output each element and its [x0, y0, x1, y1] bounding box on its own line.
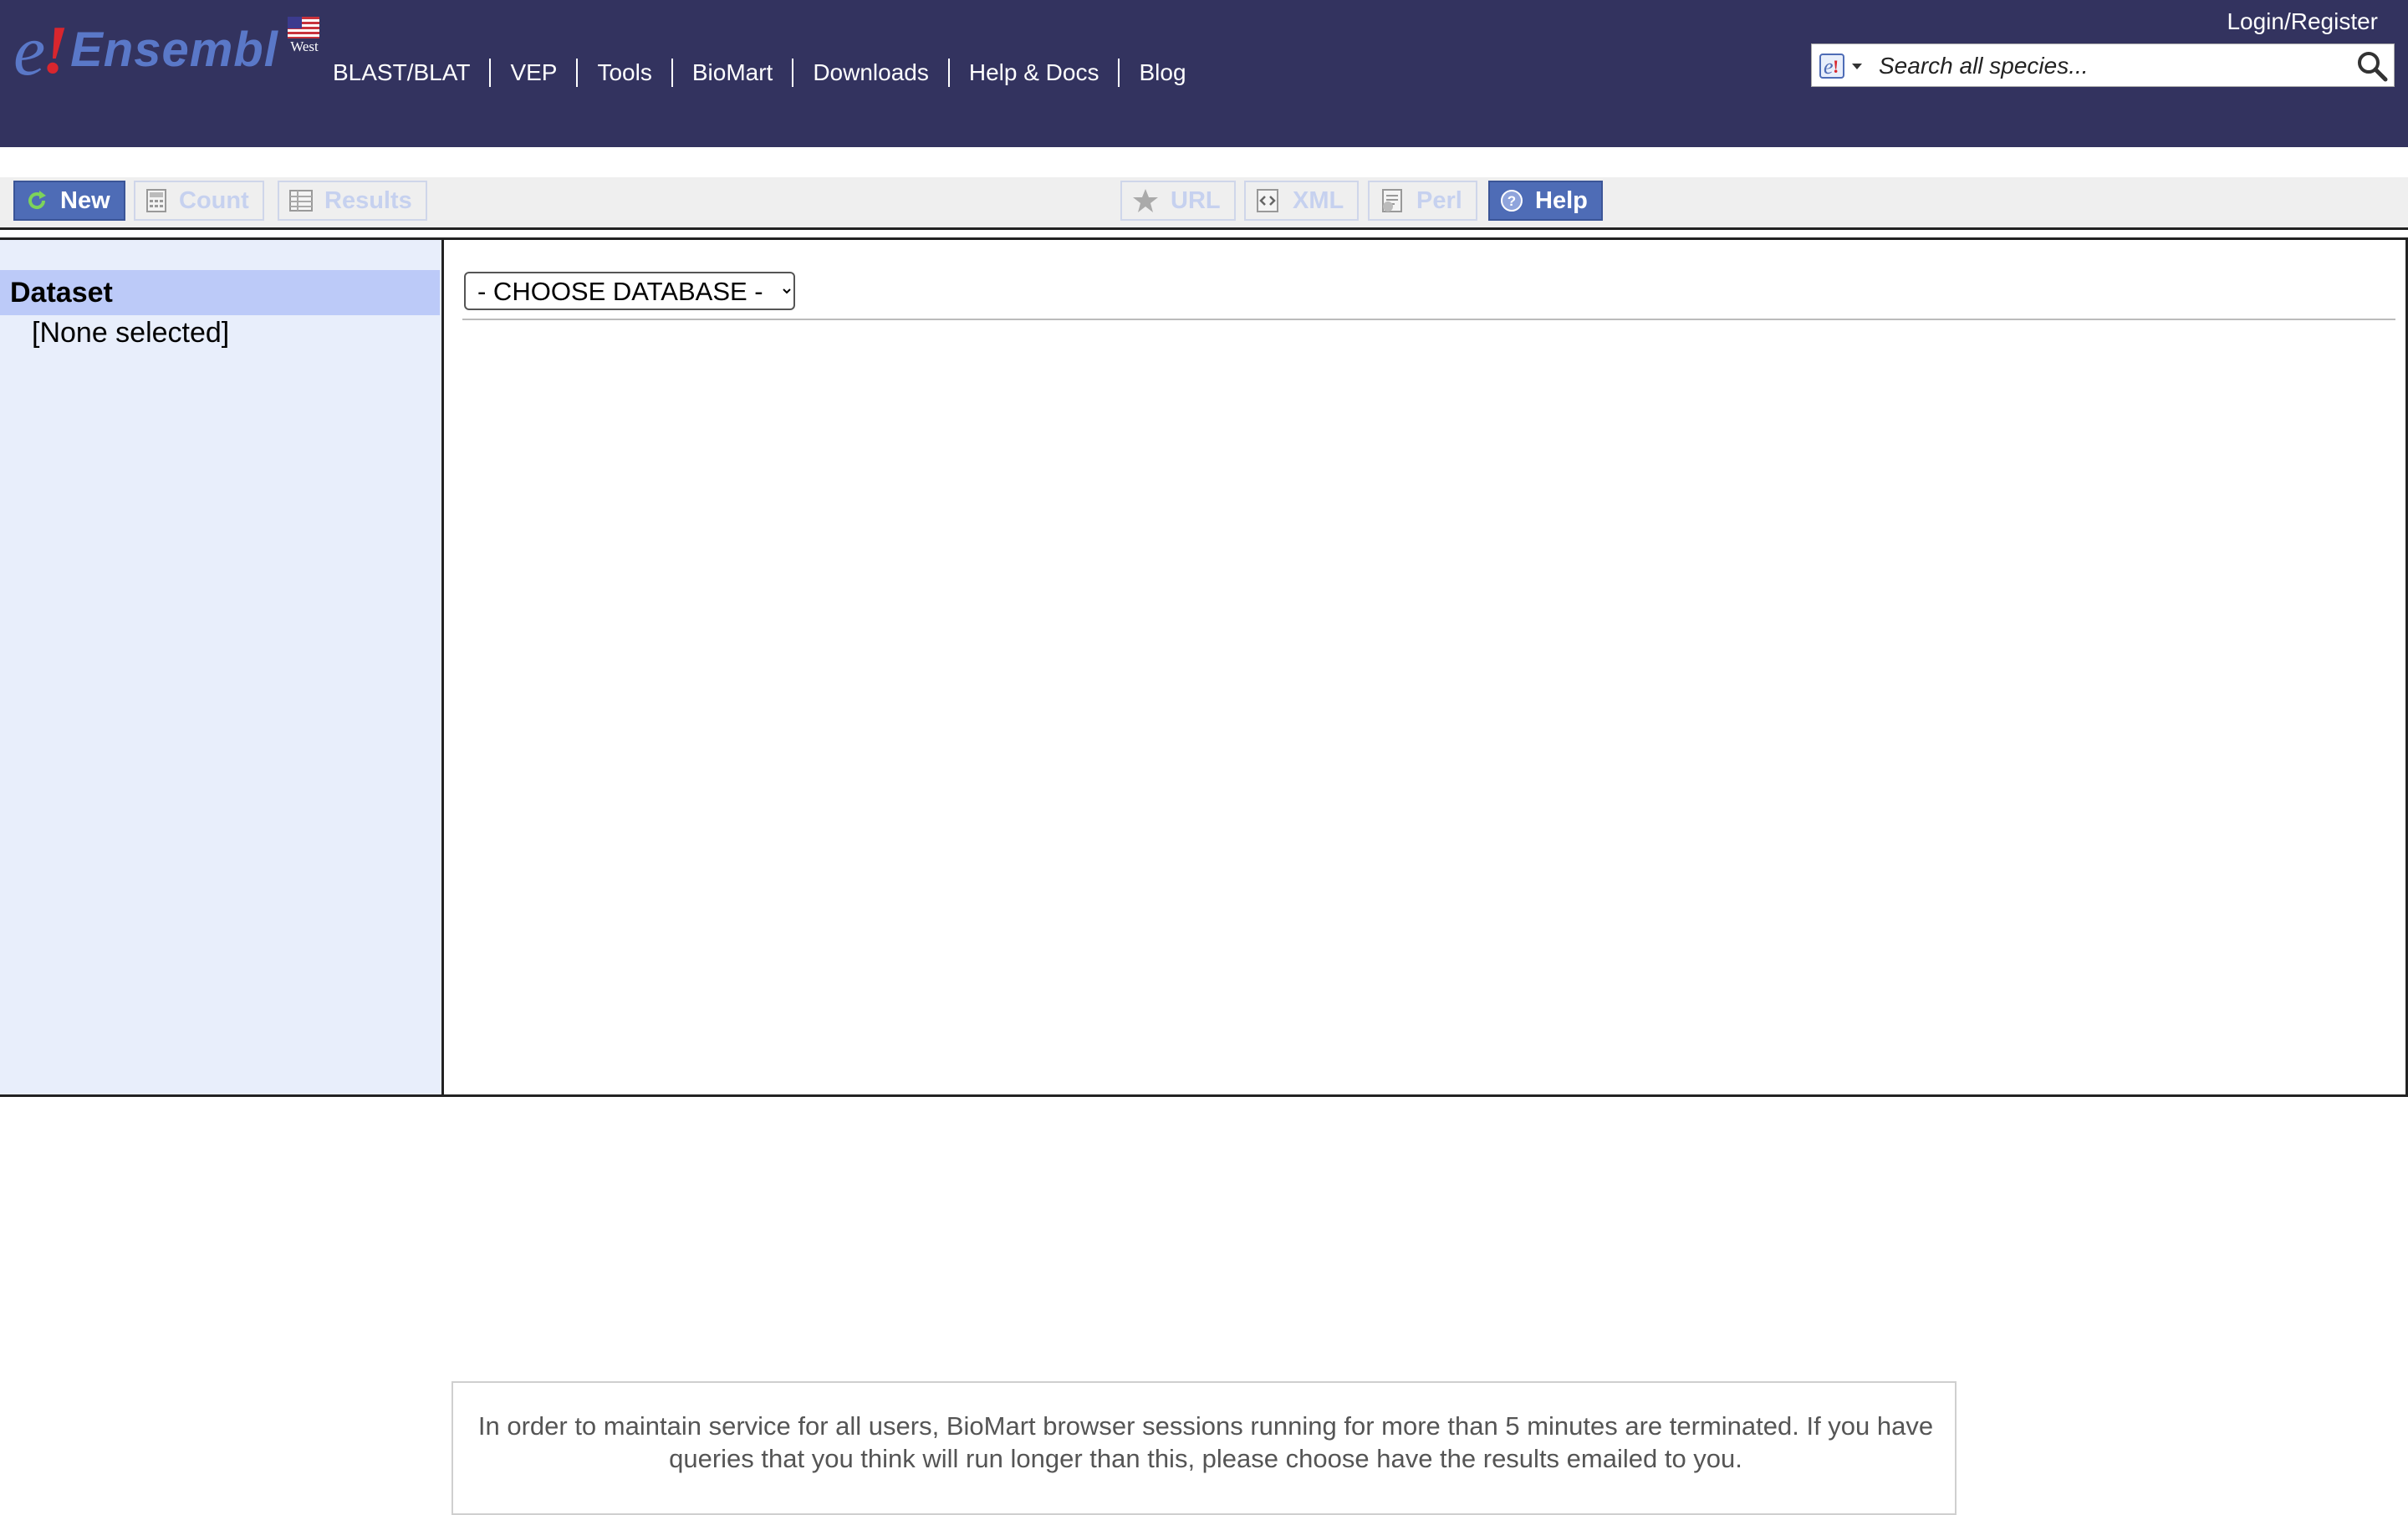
table-icon [289, 190, 313, 212]
species-selector-icon[interactable]: e ! [1819, 51, 1865, 81]
code-icon [1257, 189, 1278, 212]
search-icon[interactable] [2355, 49, 2389, 83]
calculator-icon [146, 189, 166, 212]
perl-button[interactable]: Perl [1368, 181, 1477, 221]
region-label: West [290, 38, 319, 54]
login-register-link[interactable]: Login/Register [2227, 8, 2378, 35]
nav-tools[interactable]: Tools [576, 59, 671, 87]
ensembl-logo[interactable]: e! Ensembl [13, 14, 278, 86]
nav-blast[interactable]: BLAST/BLAT [333, 59, 489, 87]
logo-text: Ensembl [70, 23, 278, 77]
species-search: e ! [1811, 43, 2395, 87]
count-button[interactable]: Count [134, 181, 264, 221]
xml-button[interactable]: XML [1244, 181, 1360, 221]
top-navigation: BLAST/BLAT VEP Tools BioMart Downloads H… [333, 59, 1206, 87]
new-button[interactable]: New [13, 181, 125, 221]
dataset-heading[interactable]: Dataset [0, 270, 440, 315]
help-icon: ? [1501, 190, 1523, 212]
biomart-toolbar: New Count Results URL XML Perl ? Help [0, 177, 2408, 230]
masthead: e! Ensembl West BLAST/BLAT VEP Tools BioM… [0, 0, 2408, 147]
us-flag-icon[interactable] [288, 17, 319, 38]
script-icon [1382, 189, 1402, 212]
results-button[interactable]: Results [278, 181, 427, 221]
dataset-value[interactable]: [None selected] [32, 317, 229, 349]
search-input[interactable] [1879, 49, 2330, 83]
nav-biomart[interactable]: BioMart [671, 59, 792, 87]
panel-divider [462, 319, 2395, 320]
svg-text:?: ? [1508, 193, 1516, 209]
nav-downloads[interactable]: Downloads [792, 59, 948, 87]
svg-text:e: e [1824, 54, 1834, 79]
refresh-icon [28, 191, 46, 209]
help-button[interactable]: ? Help [1488, 181, 1603, 221]
star-icon [1133, 189, 1158, 212]
database-select[interactable]: - CHOOSE DATABASE - [464, 272, 795, 310]
svg-text:!: ! [1833, 56, 1839, 77]
session-notice: In order to maintain service for all use… [452, 1381, 1956, 1515]
main-panel: - CHOOSE DATABASE - [441, 237, 2408, 1097]
nav-blog[interactable]: Blog [1118, 59, 1205, 87]
dataset-sidebar: Dataset [None selected] [0, 237, 441, 1097]
url-button[interactable]: URL [1120, 181, 1236, 221]
nav-vep[interactable]: VEP [489, 59, 576, 87]
notice-text: In order to maintain service for all use… [477, 1411, 1934, 1473]
nav-help-docs[interactable]: Help & Docs [947, 59, 1119, 87]
